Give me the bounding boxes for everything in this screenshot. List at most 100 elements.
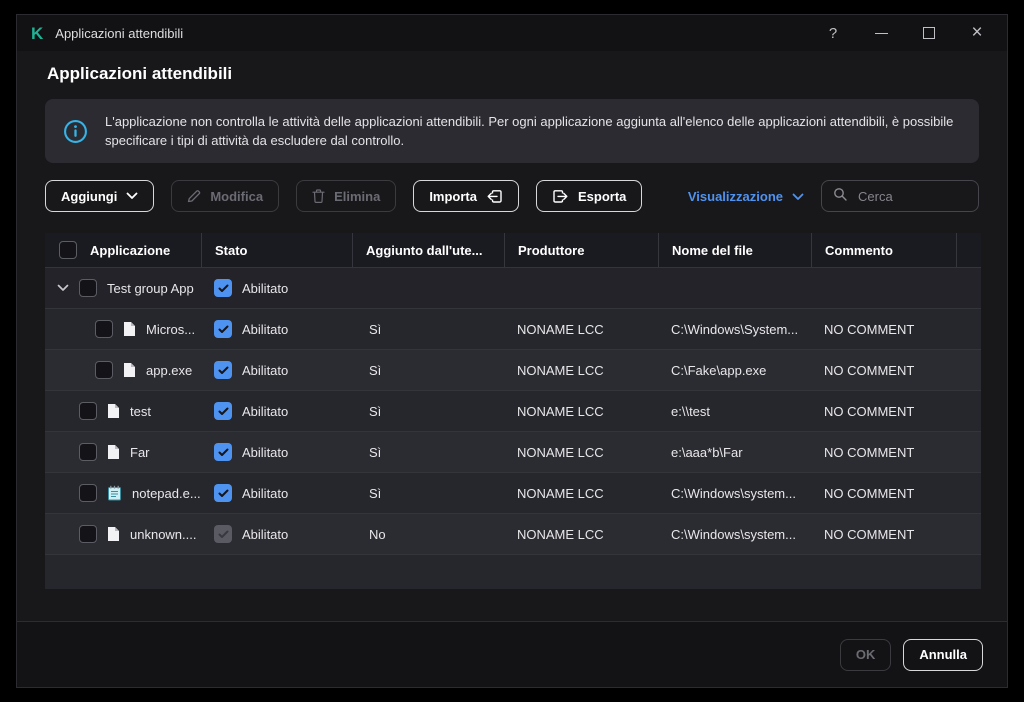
app-name: unknown.... <box>130 526 197 542</box>
app-name: notepad.e... <box>132 485 201 501</box>
comment-cell: NO COMMENT <box>824 485 915 501</box>
header-vendor[interactable]: Produttore <box>504 233 658 267</box>
table-row[interactable]: notepad.e... Abilitato Sì NONAME LCC C:\… <box>45 472 981 513</box>
added-by-cell: Sì <box>369 321 382 337</box>
table-row[interactable]: Test group App Abilitato <box>45 267 981 308</box>
row-checkbox[interactable] <box>79 484 97 502</box>
status-label: Abilitato <box>242 321 289 337</box>
search-input[interactable] <box>856 187 967 205</box>
file-icon <box>107 526 120 542</box>
table-row[interactable]: test Abilitato Sì NONAME LCC e:\\test NO… <box>45 390 981 431</box>
select-all-checkbox[interactable] <box>59 241 77 259</box>
header-file-name[interactable]: Nome del file <box>658 233 811 267</box>
row-checkbox[interactable] <box>79 525 97 543</box>
header-status[interactable]: Stato <box>201 233 352 267</box>
status-label: Abilitato <box>242 403 289 419</box>
vendor-cell: NONAME LCC <box>517 362 604 378</box>
titlebar-title: Applicazioni attendibili <box>55 25 184 41</box>
chevron-down-icon <box>792 189 804 204</box>
added-by-cell: Sì <box>369 362 382 378</box>
window-controls: ? × <box>809 15 1001 51</box>
info-text: L'applicazione non controlla le attività… <box>105 114 954 148</box>
notepad-icon <box>107 485 122 501</box>
vendor-cell: NONAME LCC <box>517 485 604 501</box>
trash-icon <box>312 189 325 203</box>
table-header: Applicazione Stato Aggiunto dall'ute... … <box>45 233 981 267</box>
table-row[interactable]: unknown.... Abilitato No NONAME LCC C:\W… <box>45 513 981 554</box>
minimize-icon <box>874 32 888 34</box>
maximize-button[interactable] <box>905 15 953 51</box>
import-button[interactable]: Importa <box>413 180 519 212</box>
file-cell: C:\Windows\System... <box>671 321 799 337</box>
status-checkbox[interactable] <box>214 484 232 502</box>
row-checkbox[interactable] <box>79 443 97 461</box>
header-application[interactable]: Applicazione <box>45 233 201 267</box>
status-checkbox[interactable] <box>214 402 232 420</box>
status-label: Abilitato <box>242 526 289 542</box>
dialog-footer: OK Annulla <box>17 621 1007 687</box>
export-icon <box>552 189 569 204</box>
file-icon <box>107 444 120 460</box>
added-by-cell: No <box>369 526 386 542</box>
added-by-cell: Sì <box>369 485 382 501</box>
app-name: app.exe <box>146 362 193 378</box>
file-icon <box>107 403 120 419</box>
file-cell: C:\Windows\system... <box>671 526 796 542</box>
toolbar: Aggiungi Modifica Elimina Importa Esport… <box>45 180 979 212</box>
edit-button[interactable]: Modifica <box>171 180 280 212</box>
info-banner: L'applicazione non controlla le attività… <box>45 99 979 163</box>
file-cell: C:\Fake\app.exe <box>671 362 767 378</box>
minimize-button[interactable] <box>857 15 905 51</box>
app-name: test <box>130 403 151 419</box>
status-label: Abilitato <box>242 444 289 460</box>
status-label: Abilitato <box>242 485 289 501</box>
chevron-down-icon <box>126 192 138 200</box>
table-empty-area <box>45 554 981 589</box>
file-icon <box>123 362 136 378</box>
export-button[interactable]: Esporta <box>535 180 643 212</box>
status-checkbox-disabled[interactable] <box>214 525 232 543</box>
file-icon <box>123 321 136 337</box>
collapse-group-icon[interactable] <box>57 284 69 292</box>
header-comment[interactable]: Commento <box>811 233 956 267</box>
comment-cell: NO COMMENT <box>824 526 915 542</box>
pencil-icon <box>187 189 201 203</box>
add-button[interactable]: Aggiungi <box>45 180 155 212</box>
search-icon <box>833 187 847 206</box>
status-checkbox[interactable] <box>214 279 232 297</box>
maximize-icon <box>923 27 935 39</box>
titlebar: K Applicazioni attendibili ? × <box>17 15 1007 51</box>
table-row[interactable]: Far Abilitato Sì NONAME LCC e:\aaa*b\Far… <box>45 431 981 472</box>
table-row[interactable]: Micros... Abilitato Sì NONAME LCC C:\Win… <box>45 308 981 349</box>
file-cell: e:\\test <box>671 403 711 419</box>
delete-button[interactable]: Elimina <box>296 180 397 212</box>
table-row[interactable]: app.exe Abilitato Sì NONAME LCC C:\Fake\… <box>45 349 981 390</box>
comment-cell: NO COMMENT <box>824 403 915 419</box>
added-by-cell: Sì <box>369 444 382 460</box>
header-spacer <box>956 233 981 267</box>
page-title: Applicazioni attendibili <box>47 64 233 83</box>
file-cell: e:\aaa*b\Far <box>671 444 743 460</box>
info-icon <box>63 119 88 144</box>
row-checkbox[interactable] <box>79 402 97 420</box>
row-checkbox[interactable] <box>95 361 113 379</box>
vendor-cell: NONAME LCC <box>517 526 604 542</box>
trusted-apps-table: Applicazione Stato Aggiunto dall'ute... … <box>45 233 981 589</box>
vendor-cell: NONAME LCC <box>517 403 604 419</box>
status-checkbox[interactable] <box>214 361 232 379</box>
status-checkbox[interactable] <box>214 320 232 338</box>
cancel-button[interactable]: Annulla <box>903 638 983 671</box>
added-by-cell: Sì <box>369 403 382 419</box>
help-button[interactable]: ? <box>809 15 857 51</box>
status-checkbox[interactable] <box>214 443 232 461</box>
row-checkbox[interactable] <box>79 279 97 297</box>
ok-button[interactable]: OK <box>839 638 892 671</box>
comment-cell: NO COMMENT <box>824 362 915 378</box>
header-added-by[interactable]: Aggiunto dall'ute... <box>352 233 504 267</box>
comment-cell: NO COMMENT <box>824 321 915 337</box>
vendor-cell: NONAME LCC <box>517 444 604 460</box>
close-button[interactable]: × <box>953 15 1001 51</box>
app-name: Micros... <box>146 321 196 337</box>
row-checkbox[interactable] <box>95 320 113 338</box>
view-dropdown[interactable]: Visualizzazione <box>688 189 804 204</box>
